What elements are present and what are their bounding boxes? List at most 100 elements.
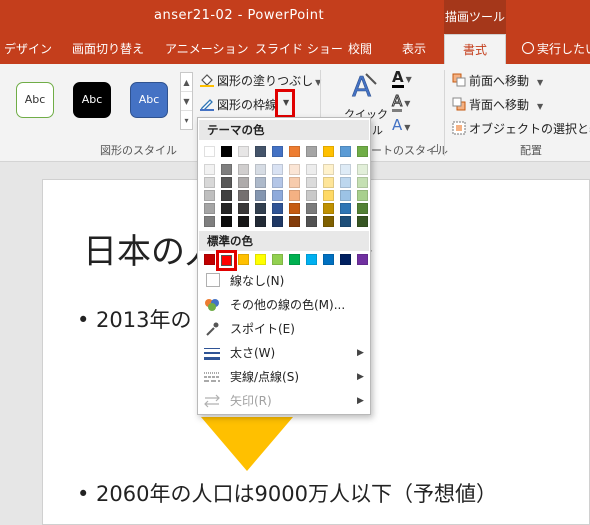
theme-color-swatch[interactable] (204, 146, 215, 157)
selected-color-swatch[interactable] (221, 255, 232, 266)
theme-color-swatch[interactable] (306, 190, 317, 201)
theme-color-swatch[interactable] (255, 146, 266, 157)
bullet-item[interactable]: • 2060年の人口は9000万人以下（予想値） (77, 478, 497, 508)
theme-color-swatch[interactable] (221, 177, 232, 188)
dialog-launcher-icon[interactable] (430, 144, 438, 152)
selection-pane-button[interactable]: オブジェクトの選択と表示 (452, 120, 590, 137)
theme-color-swatch[interactable] (340, 146, 351, 157)
theme-color-swatch[interactable] (289, 190, 300, 201)
theme-color-swatch[interactable] (323, 190, 334, 201)
theme-color-swatch[interactable] (272, 177, 283, 188)
theme-color-swatch[interactable] (238, 216, 249, 227)
theme-color-swatch[interactable] (204, 164, 215, 175)
theme-color-swatch[interactable] (221, 146, 232, 157)
theme-color-swatch[interactable] (255, 190, 266, 201)
theme-color-swatch[interactable] (221, 190, 232, 201)
theme-color-swatch[interactable] (221, 164, 232, 175)
chevron-down-icon[interactable]: ▼ (537, 78, 543, 87)
theme-color-swatch[interactable] (255, 216, 266, 227)
selected-color-highlight[interactable] (216, 250, 237, 271)
theme-color-swatch[interactable] (272, 216, 283, 227)
theme-color-swatch[interactable] (357, 177, 368, 188)
theme-color-swatch[interactable] (204, 177, 215, 188)
tell-me-box[interactable]: 実行したい (522, 34, 590, 64)
shape-style-sample-1[interactable]: Abc (16, 82, 54, 118)
theme-color-swatch[interactable] (289, 216, 300, 227)
theme-color-swatch[interactable] (357, 216, 368, 227)
theme-color-swatch[interactable] (289, 177, 300, 188)
bring-forward-button[interactable]: 前面へ移動 ▼ (452, 72, 543, 89)
theme-color-swatch[interactable] (289, 146, 300, 157)
theme-color-swatch[interactable] (357, 203, 368, 214)
send-backward-button[interactable]: 背面へ移動 ▼ (452, 96, 543, 113)
theme-color-swatch[interactable] (357, 164, 368, 175)
tab-design[interactable]: デザイン (4, 34, 52, 64)
tab-format[interactable]: 書式 (444, 34, 506, 64)
standard-color-swatch[interactable] (340, 254, 351, 265)
theme-color-swatch[interactable] (306, 164, 317, 175)
standard-color-swatch[interactable] (238, 254, 249, 265)
theme-color-swatch[interactable] (272, 190, 283, 201)
dashes-item[interactable]: 実線/点線(S) ▶ (202, 366, 368, 388)
theme-color-swatch[interactable] (323, 203, 334, 214)
selected-shape[interactable] (201, 417, 293, 471)
standard-color-swatch[interactable] (204, 254, 215, 265)
theme-color-swatch[interactable] (306, 216, 317, 227)
theme-color-swatch[interactable] (306, 203, 317, 214)
eyedropper-item[interactable]: スポイト(E) (202, 318, 368, 340)
theme-color-swatch[interactable] (272, 203, 283, 214)
tab-review[interactable]: 校閲 (348, 34, 372, 64)
text-effects-button[interactable]: A ▼ (392, 118, 410, 133)
theme-color-swatch[interactable] (323, 177, 334, 188)
theme-color-swatch[interactable] (289, 164, 300, 175)
theme-color-swatch[interactable] (357, 190, 368, 201)
standard-color-swatch[interactable] (357, 254, 368, 265)
no-outline-item[interactable]: 線なし(N) (202, 270, 368, 292)
theme-color-swatch[interactable] (204, 190, 215, 201)
theme-color-swatch[interactable] (238, 164, 249, 175)
shape-outline-button[interactable]: 図形の枠線 (200, 96, 277, 113)
theme-color-swatch[interactable] (255, 164, 266, 175)
theme-color-swatch[interactable] (238, 177, 249, 188)
theme-color-swatch[interactable] (289, 203, 300, 214)
gallery-more-icon[interactable]: ▾ (181, 111, 192, 130)
theme-color-swatch[interactable] (323, 164, 334, 175)
theme-color-swatch[interactable] (323, 216, 334, 227)
standard-color-swatch[interactable] (306, 254, 317, 265)
theme-color-swatch[interactable] (204, 216, 215, 227)
shape-fill-button[interactable]: 図形の塗りつぶし ▼ (200, 72, 321, 89)
theme-color-swatch[interactable] (238, 146, 249, 157)
theme-color-swatch[interactable] (221, 216, 232, 227)
theme-color-swatch[interactable] (340, 216, 351, 227)
theme-color-swatch[interactable] (357, 146, 368, 157)
chevron-down-icon[interactable]: ▼ (404, 99, 410, 108)
shape-style-sample-2[interactable]: Abc (73, 82, 111, 118)
theme-color-swatch[interactable] (340, 190, 351, 201)
theme-color-swatch[interactable] (306, 146, 317, 157)
theme-color-swatch[interactable] (238, 203, 249, 214)
more-colors-item[interactable]: その他の線の色(M)... (202, 294, 368, 316)
outline-dropdown-highlight[interactable]: ▼ (275, 89, 295, 118)
chevron-down-icon[interactable]: ▼ (404, 123, 410, 132)
tab-transitions[interactable]: 画面切り替え (72, 34, 144, 64)
theme-color-swatch[interactable] (272, 146, 283, 157)
chevron-down-icon[interactable]: ▼ (537, 102, 543, 111)
weight-item[interactable]: 太さ(W) ▶ (202, 342, 368, 364)
theme-color-swatch[interactable] (238, 190, 249, 201)
theme-color-swatch[interactable] (306, 177, 317, 188)
text-outline-button[interactable]: A ▼ (391, 93, 410, 112)
theme-color-swatch[interactable] (221, 203, 232, 214)
theme-color-swatch[interactable] (204, 203, 215, 214)
chevron-down-icon[interactable]: ▼ (406, 75, 412, 84)
theme-color-swatch[interactable] (340, 177, 351, 188)
tab-view[interactable]: 表示 (402, 34, 426, 64)
standard-color-swatch[interactable] (289, 254, 300, 265)
shape-style-sample-3[interactable]: Abc (130, 82, 168, 118)
gallery-scrollbar[interactable]: ▲ ▼ ▾ (180, 72, 193, 130)
theme-color-swatch[interactable] (272, 164, 283, 175)
theme-color-swatch[interactable] (255, 177, 266, 188)
theme-color-swatch[interactable] (323, 146, 334, 157)
theme-color-swatch[interactable] (255, 203, 266, 214)
standard-color-swatch[interactable] (255, 254, 266, 265)
theme-color-swatch[interactable] (340, 164, 351, 175)
